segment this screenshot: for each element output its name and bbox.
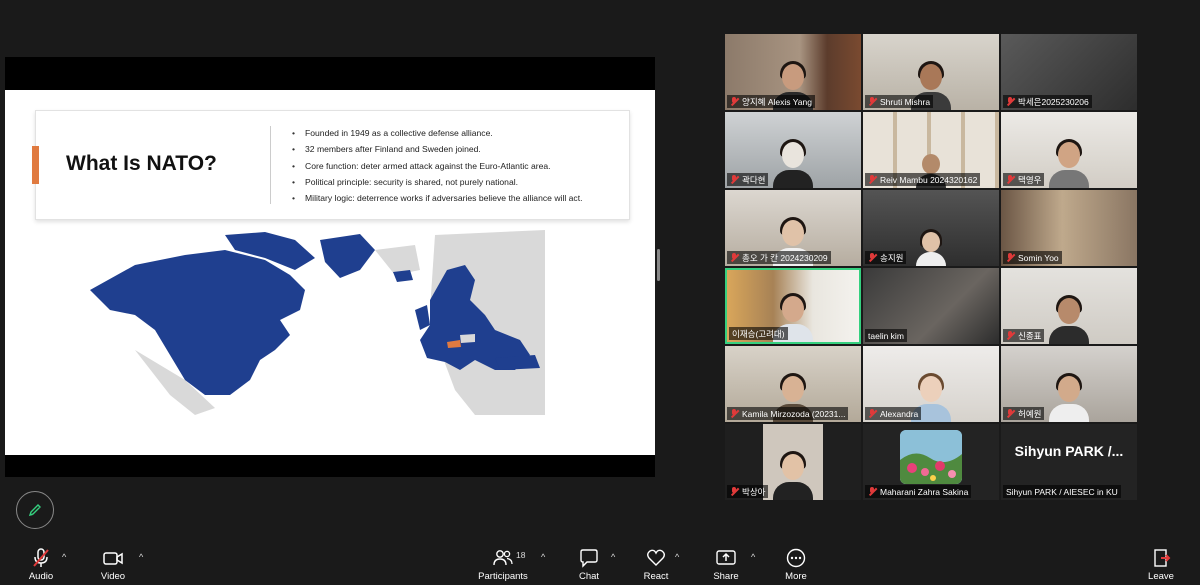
heart-icon bbox=[647, 549, 665, 566]
name-tag: Maharani Zahra Sakina bbox=[865, 485, 972, 498]
participant-tile[interactable]: Shruti Mishra bbox=[863, 34, 999, 110]
bullet-item: Military logic: deterrence works if adve… bbox=[292, 190, 583, 207]
participant-tile[interactable]: 택영우 bbox=[1001, 112, 1137, 188]
bullet-item: Core function: deter armed attack agains… bbox=[292, 158, 583, 175]
participant-tile[interactable]: 양지혜 Alexis Yang bbox=[725, 34, 861, 110]
meeting-toolbar: Audio ^ Video ^ Participants 18 ^ Chat ^… bbox=[0, 540, 1200, 585]
muted-mic-icon bbox=[730, 409, 739, 418]
name-tag: 이재승(고려대) bbox=[729, 327, 788, 340]
participant-tile[interactable]: Alexandra bbox=[863, 346, 999, 422]
slide-title: What Is NATO? bbox=[66, 152, 217, 175]
muted-mic-icon bbox=[868, 487, 877, 496]
participant-tile[interactable]: 신종표 bbox=[1001, 268, 1137, 344]
name-tag: 허예원 bbox=[1003, 407, 1045, 420]
muted-mic-icon bbox=[730, 97, 739, 106]
participant-tile[interactable]: Maharani Zahra Sakina bbox=[863, 424, 999, 500]
participants-count: 18 bbox=[516, 550, 526, 560]
participant-tile[interactable]: 허예원 bbox=[1001, 346, 1137, 422]
participant-tile[interactable]: 박상아 bbox=[725, 424, 861, 500]
chat-button[interactable]: Chat bbox=[559, 548, 619, 582]
leave-door-icon bbox=[1154, 549, 1171, 567]
more-button[interactable]: More bbox=[766, 548, 826, 582]
muted-mic-icon bbox=[1006, 409, 1015, 418]
name-tag: Kamila Mirzozoda (20231... bbox=[727, 407, 849, 420]
participant-tile[interactable]: 곽다현 bbox=[725, 112, 861, 188]
name-tag: 박세은2025230206 bbox=[1003, 95, 1092, 108]
participants-options-caret[interactable]: ^ bbox=[541, 552, 545, 562]
shared-screen: What Is NATO? Founded in 1949 as a colle… bbox=[5, 57, 655, 477]
annotate-button[interactable] bbox=[16, 491, 54, 529]
muted-mic-icon bbox=[730, 175, 739, 184]
name-tag: Somin Yoo bbox=[1003, 251, 1062, 264]
audio-options-caret[interactable]: ^ bbox=[62, 552, 66, 562]
share-options-caret[interactable]: ^ bbox=[751, 552, 755, 562]
accent-bar bbox=[32, 146, 39, 184]
name-tag: 곽다현 bbox=[727, 173, 769, 186]
muted-mic-icon bbox=[1006, 175, 1015, 184]
participant-tile-active-speaker[interactable]: 이재승(고려대) bbox=[725, 268, 861, 344]
participant-tile[interactable]: 박세은2025230206 bbox=[1001, 34, 1137, 110]
name-tag: 총오 가 칸 2024230209 bbox=[727, 251, 831, 264]
chat-options-caret[interactable]: ^ bbox=[611, 552, 615, 562]
muted-mic-icon bbox=[730, 487, 739, 496]
leave-label: Leave bbox=[1148, 571, 1174, 582]
participant-tile[interactable]: Sihyun PARK /... Sihyun PARK / AIESEC in… bbox=[1001, 424, 1137, 500]
share-button[interactable]: Share bbox=[696, 548, 756, 582]
name-tag: 송지원 bbox=[865, 251, 907, 264]
video-camera-icon bbox=[103, 552, 123, 565]
participant-display-name: Sihyun PARK /... bbox=[1014, 443, 1124, 459]
participant-tile[interactable]: 총오 가 칸 2024230209 bbox=[725, 190, 861, 266]
participants-label: Participants bbox=[478, 571, 528, 582]
name-tag: taelin kim bbox=[865, 329, 907, 342]
participant-gallery: 양지혜 Alexis Yang Shruti Mishra 박세은2025230… bbox=[725, 34, 1138, 500]
presentation-slide: What Is NATO? Founded in 1949 as a colle… bbox=[5, 90, 655, 455]
muted-mic-icon bbox=[868, 253, 877, 262]
name-tag: 양지혜 Alexis Yang bbox=[727, 95, 815, 108]
muted-mic-icon bbox=[868, 97, 877, 106]
bullet-item: Political principle: security is shared,… bbox=[292, 174, 583, 191]
muted-mic-icon bbox=[730, 253, 739, 262]
share-screen-icon bbox=[716, 550, 736, 565]
muted-mic-icon bbox=[1006, 97, 1015, 106]
muted-mic-icon bbox=[1006, 253, 1015, 262]
leave-button[interactable]: Leave bbox=[1131, 548, 1191, 582]
bullet-item: 32 members after Finland and Sweden join… bbox=[292, 141, 583, 158]
slide-header-card: What Is NATO? Founded in 1949 as a colle… bbox=[32, 110, 630, 220]
more-options-icon bbox=[786, 548, 806, 568]
react-options-caret[interactable]: ^ bbox=[675, 552, 679, 562]
slide-divider bbox=[270, 126, 271, 204]
video-options-caret[interactable]: ^ bbox=[139, 552, 143, 562]
name-tag: Sihyun PARK / AIESEC in KU bbox=[1003, 485, 1121, 498]
chat-bubble-icon bbox=[580, 549, 598, 568]
participant-tile[interactable]: Reiv Mambu 2024320162 bbox=[863, 112, 999, 188]
participant-tile[interactable]: 송지원 bbox=[863, 190, 999, 266]
participant-tile[interactable]: Kamila Mirzozoda (20231... bbox=[725, 346, 861, 422]
video-label: Video bbox=[100, 571, 126, 582]
muted-mic-icon bbox=[33, 548, 49, 567]
split-view-handle[interactable] bbox=[657, 249, 660, 281]
slide-bullets: Founded in 1949 as a collective defense … bbox=[292, 125, 583, 207]
name-tag: 신종표 bbox=[1003, 329, 1045, 342]
muted-mic-icon bbox=[1006, 331, 1015, 340]
avatar bbox=[900, 430, 962, 484]
video-button[interactable]: Video bbox=[83, 548, 143, 582]
name-tag: Alexandra bbox=[865, 407, 922, 420]
name-tag: 박상아 bbox=[727, 485, 769, 498]
nato-map bbox=[90, 230, 545, 415]
bullet-item: Founded in 1949 as a collective defense … bbox=[292, 125, 583, 142]
pencil-icon bbox=[28, 504, 41, 517]
share-label: Share bbox=[713, 571, 739, 582]
muted-mic-icon bbox=[868, 409, 877, 418]
chat-label: Chat bbox=[578, 571, 600, 582]
audio-label: Audio bbox=[28, 571, 54, 582]
muted-mic-icon bbox=[868, 175, 877, 184]
react-label: React bbox=[643, 571, 669, 582]
more-label: More bbox=[785, 571, 807, 582]
name-tag: Reiv Mambu 2024320162 bbox=[865, 173, 981, 186]
participants-icon bbox=[493, 550, 513, 566]
name-tag: Shruti Mishra bbox=[865, 95, 934, 108]
participant-tile[interactable]: Somin Yoo bbox=[1001, 190, 1137, 266]
participant-tile[interactable]: taelin kim bbox=[863, 268, 999, 344]
name-tag: 택영우 bbox=[1003, 173, 1045, 186]
